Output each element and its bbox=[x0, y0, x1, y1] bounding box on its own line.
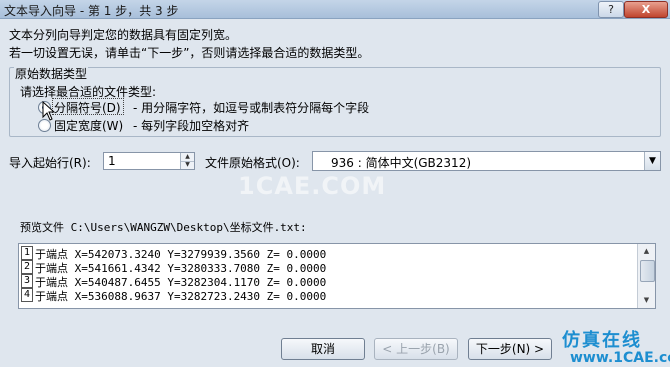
delimited-description: - 用分隔字符，如逗号或制表符分隔每个字段 bbox=[133, 101, 370, 115]
row-text: 于端点 X=536088.9637 Y=3282723.2430 Z= 0.00… bbox=[35, 290, 327, 303]
import-row-label: 导入起始行(R): bbox=[9, 156, 91, 170]
preview-pane[interactable]: 1 于端点 X=542073.3240 Y=3279939.3560 Z= 0.… bbox=[18, 243, 656, 309]
next-button[interactable]: 下一步(N) > bbox=[468, 338, 552, 360]
scroll-down-icon[interactable]: ▼ bbox=[639, 294, 654, 307]
fixed-width-label[interactable]: 固定宽度(W) bbox=[54, 117, 123, 134]
spinner-arrows: ▲ ▼ bbox=[180, 153, 194, 169]
preview-scrollbar[interactable]: ▲ ▼ bbox=[637, 244, 655, 308]
watermark: 1CAE.COM bbox=[238, 172, 387, 200]
preview-label: 预览文件 C:\Users\WANGZW\Desktop\坐标文件.txt: bbox=[20, 221, 307, 234]
cancel-button[interactable]: 取消 bbox=[281, 338, 365, 360]
import-row-value: 1 bbox=[108, 154, 116, 168]
dropdown-arrow-icon[interactable]: ▼ bbox=[644, 152, 660, 170]
scroll-thumb[interactable] bbox=[640, 260, 655, 282]
file-origin-value: 936 : 简体中文(GB2312) bbox=[331, 156, 472, 170]
scroll-up-icon[interactable]: ▲ bbox=[639, 245, 654, 258]
close-button[interactable]: X bbox=[624, 1, 668, 18]
import-row-spinner[interactable]: 1 ▲ ▼ bbox=[103, 152, 195, 170]
logo-sub-text: www.1CAE.com bbox=[570, 350, 670, 366]
back-button[interactable]: < 上一步(B) bbox=[374, 338, 458, 360]
title-bar: 文本导入向导 - 第 1 步，共 3 步 ? X bbox=[0, 0, 670, 19]
original-data-type-title: 原始数据类型 bbox=[14, 65, 89, 82]
file-origin-select[interactable]: 936 : 简体中文(GB2312) ▼ bbox=[312, 151, 661, 171]
intro-line-2: 若一切设置无误，请单击“下一步”，否则请选择最合适的数据类型。 bbox=[9, 46, 370, 60]
row-number: 4 bbox=[21, 288, 33, 302]
help-button[interactable]: ? bbox=[598, 1, 624, 18]
fixed-width-description: - 每列字段加空格对齐 bbox=[133, 119, 250, 133]
row-number: 2 bbox=[21, 260, 33, 274]
site-logo: 仿真在线 www.1CAE.com bbox=[556, 326, 670, 367]
delimited-label[interactable]: 分隔符号(D) bbox=[54, 99, 121, 116]
file-origin-label: 文件原始格式(O): bbox=[205, 156, 300, 170]
fixed-width-radio[interactable] bbox=[38, 119, 51, 132]
intro-line-1: 文本分列向导判定您的数据具有固定列宽。 bbox=[9, 28, 238, 42]
row-number: 1 bbox=[21, 246, 33, 260]
row-number: 3 bbox=[21, 274, 33, 288]
logo-main-text: 仿真在线 bbox=[562, 330, 642, 351]
spin-down-icon[interactable]: ▼ bbox=[181, 161, 194, 169]
window-title: 文本导入向导 - 第 1 步，共 3 步 bbox=[4, 4, 179, 18]
